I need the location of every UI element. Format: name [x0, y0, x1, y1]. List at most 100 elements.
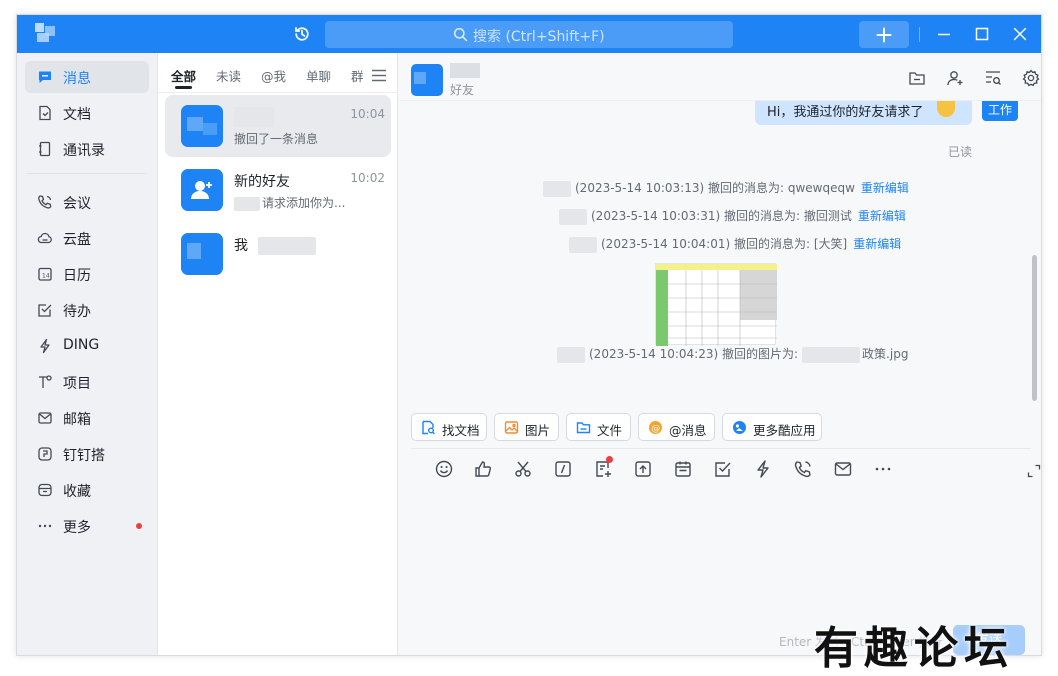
sidebar-item-messages[interactable]: 消息: [25, 61, 149, 93]
sidebar-item-todo[interactable]: 待办: [25, 294, 149, 326]
re-edit-link[interactable]: 重新编辑: [858, 209, 906, 223]
sidebar-item-label: 消息: [63, 71, 91, 87]
conversation-name: 新的好友: [234, 174, 290, 190]
image-button[interactable]: 图片: [494, 413, 559, 441]
todo-button[interactable]: [713, 459, 733, 479]
conversation-name: 我: [234, 235, 316, 255]
chat-scrollbar[interactable]: [1032, 255, 1037, 401]
upload-icon: [635, 461, 651, 477]
search-icon: [453, 27, 468, 42]
conversation-filter-tabs: 全部 未读 @我 单聊 群: [158, 53, 398, 93]
sidebar-item-mail[interactable]: 邮箱: [25, 402, 149, 434]
sidebar-item-more[interactable]: 更多: [25, 510, 149, 542]
blurred-name: [557, 346, 585, 363]
tab-all[interactable]: 全部: [171, 66, 196, 85]
sidebar-item-label: 收藏: [63, 484, 91, 500]
tab-mentions[interactable]: @我: [261, 66, 286, 85]
mention-message-button[interactable]: @ @消息: [638, 413, 715, 441]
upload-file-button[interactable]: [633, 459, 653, 479]
blurred-name: [543, 180, 571, 197]
folder-icon[interactable]: [908, 69, 926, 87]
mail-icon: [37, 410, 53, 426]
screenshot-button[interactable]: [513, 459, 533, 479]
more-icon: [37, 518, 53, 534]
history-icon[interactable]: [293, 25, 311, 43]
doc-add-button[interactable]: [593, 456, 613, 479]
sidebar-item-docs[interactable]: 文档: [25, 97, 149, 129]
more-tools-button[interactable]: [873, 459, 893, 479]
sidebar-item-project[interactable]: 项目: [25, 366, 149, 398]
mail-button[interactable]: [833, 459, 853, 479]
sidebar-item-label: 会议: [63, 196, 91, 212]
search-history-icon[interactable]: [984, 69, 1002, 87]
favorites-icon: [37, 482, 53, 498]
outgoing-message-bubble[interactable]: Hi，我通过你的好友请求了: [755, 101, 972, 125]
more-cool-apps-button[interactable]: 更多酷应用: [722, 413, 822, 441]
sidebar-item-label: 文档: [63, 107, 91, 123]
chat-avatar[interactable]: [411, 64, 443, 96]
sidebar-item-builder[interactable]: 钉钉搭: [25, 438, 149, 470]
sidebar-nav: 消息 文档 通讯录 会议 云盘 14 日历 待办 DING 项目 邮箱 钉钉搭 …: [17, 53, 158, 655]
re-edit-link[interactable]: 重新编辑: [861, 181, 909, 195]
recalled-image-thumbnail[interactable]: [655, 263, 777, 346]
calendar-icon: [675, 461, 691, 477]
add-member-icon[interactable]: [946, 69, 964, 87]
maximize-button[interactable]: [973, 25, 991, 43]
app-logo: [35, 23, 55, 43]
cloud-icon: [37, 230, 53, 246]
schedule-button[interactable]: [673, 459, 693, 479]
chat-title: [450, 63, 480, 78]
tab-unread[interactable]: 未读: [216, 66, 241, 85]
sidebar-item-ding[interactable]: DING: [25, 330, 149, 362]
conversation-item[interactable]: 我: [165, 223, 391, 285]
sidebar-item-meeting[interactable]: 会议: [25, 186, 149, 218]
blurred-name: [559, 208, 587, 225]
settings-gear-icon[interactable]: [1022, 69, 1040, 87]
sidebar-item-contacts[interactable]: 通讯录: [25, 133, 149, 165]
ding-button[interactable]: [753, 459, 773, 479]
recall-notice: (2023-5-14 10:03:13) 撤回的消息为: qwewqeqw 重新编…: [543, 179, 909, 197]
conversation-name: [234, 107, 274, 127]
sidebar-item-favorites[interactable]: 收藏: [25, 474, 149, 506]
expand-editor-button[interactable]: [1027, 463, 1041, 478]
conversation-time: 10:04: [350, 107, 385, 121]
create-plus-button[interactable]: [859, 21, 909, 48]
conversation-item[interactable]: 新的好友 10:02 请求添加你为...: [165, 159, 391, 221]
thumbs-up-icon: [475, 461, 492, 477]
plus-icon: [876, 27, 892, 43]
smile-emoji-icon: [937, 101, 955, 117]
call-button[interactable]: [793, 459, 813, 479]
find-doc-button[interactable]: 找文档: [411, 413, 487, 441]
conversation-item[interactable]: 10:04 撤回了一条消息: [165, 95, 391, 157]
tab-groups[interactable]: 群: [351, 66, 364, 85]
re-edit-link[interactable]: 重新编辑: [853, 237, 901, 251]
sidebar-item-calendar[interactable]: 14 日历: [25, 258, 149, 290]
forum-watermark: 有趣论坛: [814, 623, 1014, 674]
builder-icon: [37, 446, 53, 462]
conversation-preview: 撤回了一条消息: [234, 132, 319, 146]
conversation-preview: 请求添加你为...: [234, 194, 345, 211]
list-menu-icon[interactable]: [371, 67, 387, 82]
expand-icon: [1027, 464, 1041, 478]
sidebar-item-cloud[interactable]: 云盘: [25, 222, 149, 254]
sidebar-item-label: 更多: [63, 520, 91, 536]
emoji-button[interactable]: [434, 459, 454, 479]
conversation-time: 10:02: [350, 171, 385, 185]
global-search-box[interactable]: 搜索 (Ctrl+Shift+F): [325, 21, 733, 48]
todo-check-icon: [715, 462, 731, 477]
minimize-button[interactable]: [935, 25, 953, 43]
folder-icon: [576, 420, 591, 435]
title-bar: 搜索 (Ctrl+Shift+F): [17, 15, 1041, 53]
ding-lightning-icon: [757, 460, 769, 478]
sidebar-item-label: 钉钉搭: [63, 448, 105, 464]
doc-search-icon: [421, 420, 436, 435]
file-button[interactable]: 文件: [566, 413, 631, 441]
avatar: [181, 233, 223, 275]
formula-button[interactable]: [553, 459, 573, 479]
recall-notice: (2023-5-14 10:04:01) 撤回的消息为: [大笑] 重新编辑: [569, 235, 901, 253]
sidebar-item-label: 待办: [63, 304, 91, 320]
cool-apps-icon: [732, 420, 747, 435]
close-button[interactable]: [1011, 25, 1029, 43]
thumbs-up-button[interactable]: [473, 459, 493, 479]
tab-direct[interactable]: 单聊: [306, 66, 331, 85]
